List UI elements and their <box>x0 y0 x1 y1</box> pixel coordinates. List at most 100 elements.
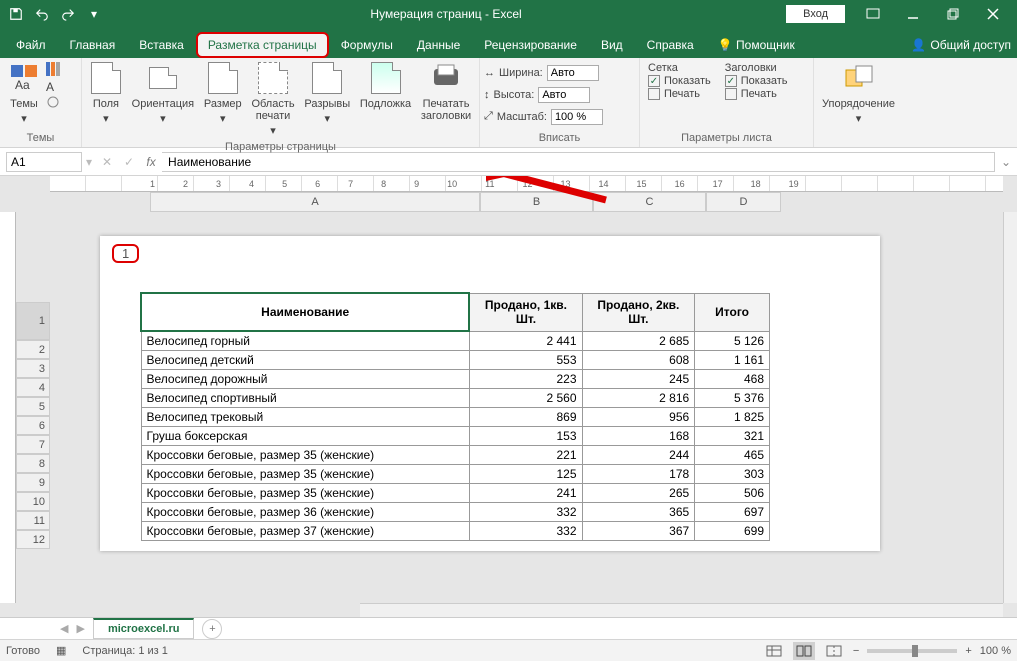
gridlines-print-checkbox[interactable]: Печать <box>648 88 711 100</box>
row-header[interactable]: 9 <box>16 473 50 492</box>
table-cell[interactable]: 468 <box>695 370 770 389</box>
table-cell[interactable]: 221 <box>469 446 582 465</box>
theme-fonts-icon[interactable]: A <box>46 80 62 94</box>
minimize-icon[interactable] <box>893 0 933 28</box>
table-header[interactable]: Наименование <box>141 293 469 331</box>
sheet-tab[interactable]: microexcel.ru <box>93 618 195 639</box>
table-cell[interactable]: 125 <box>469 465 582 484</box>
table-cell[interactable]: 332 <box>469 503 582 522</box>
table-cell[interactable]: 2 441 <box>469 331 582 351</box>
gridlines-show-checkbox[interactable]: ✓Показать <box>648 75 711 87</box>
tab-review[interactable]: Рецензирование <box>472 32 589 58</box>
row-header[interactable]: 8 <box>16 454 50 473</box>
col-header-c[interactable]: C <box>593 192 706 212</box>
page-layout-view-icon[interactable] <box>793 642 815 660</box>
table-cell[interactable]: 178 <box>582 465 695 484</box>
print-area-button[interactable]: Область печати▾ <box>248 60 299 139</box>
orientation-button[interactable]: Ориентация▾ <box>128 60 198 127</box>
formula-expand-icon[interactable]: ⌄ <box>995 155 1017 169</box>
table-cell[interactable]: 2 560 <box>469 389 582 408</box>
height-input[interactable] <box>538 87 590 103</box>
qat-dropdown-icon[interactable]: ▾ <box>82 2 106 26</box>
width-input[interactable] <box>547 65 599 81</box>
sheet-nav-prev-icon[interactable]: ◀ <box>60 622 74 635</box>
tab-data[interactable]: Данные <box>405 32 472 58</box>
table-cell[interactable]: 5 376 <box>695 389 770 408</box>
tab-file[interactable]: Файл <box>4 32 58 58</box>
table-cell[interactable]: 321 <box>695 427 770 446</box>
zoom-value[interactable]: 100 % <box>980 645 1011 657</box>
table-header[interactable]: Продано, 2кв. Шт. <box>582 293 695 331</box>
table-cell[interactable]: 153 <box>469 427 582 446</box>
themes-button[interactable]: Aa Темы▾ <box>4 60 44 127</box>
table-header[interactable]: Итого <box>695 293 770 331</box>
margins-button[interactable]: Поля▾ <box>86 60 126 127</box>
zoom-in-icon[interactable]: + <box>965 645 971 657</box>
table-cell[interactable]: 465 <box>695 446 770 465</box>
row-header[interactable]: 1 <box>16 302 50 340</box>
tab-insert[interactable]: Вставка <box>127 32 196 58</box>
share-button[interactable]: 👤Общий доступ <box>911 38 1011 52</box>
table-cell[interactable]: Кроссовки беговые, размер 35 (женские) <box>141 446 469 465</box>
table-cell[interactable]: Велосипед горный <box>141 331 469 351</box>
table-cell[interactable]: Велосипед детский <box>141 351 469 370</box>
sheet-nav-next-icon[interactable]: ▶ <box>76 622 90 635</box>
table-cell[interactable]: 223 <box>469 370 582 389</box>
row-header[interactable]: 3 <box>16 359 50 378</box>
print-titles-button[interactable]: Печатать заголовки <box>417 60 475 124</box>
name-box-dropdown-icon[interactable]: ▾ <box>82 155 96 169</box>
table-cell[interactable]: 2 816 <box>582 389 695 408</box>
row-header[interactable]: 7 <box>16 435 50 454</box>
col-header-a[interactable]: A <box>150 192 480 212</box>
close-icon[interactable] <box>973 0 1013 28</box>
table-cell[interactable]: 1 161 <box>695 351 770 370</box>
size-button[interactable]: Размер▾ <box>200 60 246 127</box>
row-header[interactable]: 12 <box>16 530 50 549</box>
table-cell[interactable]: 168 <box>582 427 695 446</box>
page-break-view-icon[interactable] <box>823 642 845 660</box>
table-cell[interactable]: 367 <box>582 522 695 541</box>
row-header[interactable]: 10 <box>16 492 50 511</box>
table-cell[interactable]: 5 126 <box>695 331 770 351</box>
page-number-header[interactable]: 1 <box>112 244 139 263</box>
restore-icon[interactable] <box>933 0 973 28</box>
redo-icon[interactable] <box>56 2 80 26</box>
row-header[interactable]: 2 <box>16 340 50 359</box>
table-cell[interactable]: Кроссовки беговые, размер 35 (женские) <box>141 484 469 503</box>
name-box[interactable] <box>6 152 82 172</box>
row-header[interactable]: 11 <box>16 511 50 530</box>
vertical-scrollbar[interactable] <box>1003 212 1017 603</box>
breaks-button[interactable]: Разрывы▾ <box>300 60 354 127</box>
tab-page-layout[interactable]: Разметка страницы <box>196 32 329 58</box>
headings-print-checkbox[interactable]: Печать <box>725 88 788 100</box>
col-header-d[interactable]: D <box>706 192 781 212</box>
table-cell[interactable]: 265 <box>582 484 695 503</box>
row-header[interactable]: 4 <box>16 378 50 397</box>
fx-icon[interactable]: fx <box>140 155 162 169</box>
table-cell[interactable]: Кроссовки беговые, размер 36 (женские) <box>141 503 469 522</box>
save-icon[interactable] <box>4 2 28 26</box>
table-cell[interactable]: 956 <box>582 408 695 427</box>
tab-help[interactable]: Справка <box>635 32 706 58</box>
table-cell[interactable]: 244 <box>582 446 695 465</box>
table-cell[interactable]: 245 <box>582 370 695 389</box>
table-cell[interactable]: 553 <box>469 351 582 370</box>
tab-view[interactable]: Вид <box>589 32 635 58</box>
table-cell[interactable]: 241 <box>469 484 582 503</box>
table-cell[interactable]: Кроссовки беговые, размер 35 (женские) <box>141 465 469 484</box>
row-header[interactable]: 6 <box>16 416 50 435</box>
enter-icon[interactable]: ✓ <box>118 155 140 169</box>
normal-view-icon[interactable] <box>763 642 785 660</box>
theme-effects-icon[interactable] <box>46 95 62 112</box>
theme-colors-icon[interactable] <box>46 62 62 79</box>
ribbon-display-icon[interactable] <box>853 0 893 28</box>
table-cell[interactable]: Кроссовки беговые, размер 37 (женские) <box>141 522 469 541</box>
scale-input[interactable] <box>551 109 603 125</box>
table-cell[interactable]: Груша боксерская <box>141 427 469 446</box>
sign-in-button[interactable]: Вход <box>786 5 845 23</box>
row-header[interactable]: 5 <box>16 397 50 416</box>
tab-tell-me[interactable]: 💡 Помощник <box>706 32 807 58</box>
table-cell[interactable]: 699 <box>695 522 770 541</box>
table-cell[interactable]: 697 <box>695 503 770 522</box>
headings-show-checkbox[interactable]: ✓Показать <box>725 75 788 87</box>
